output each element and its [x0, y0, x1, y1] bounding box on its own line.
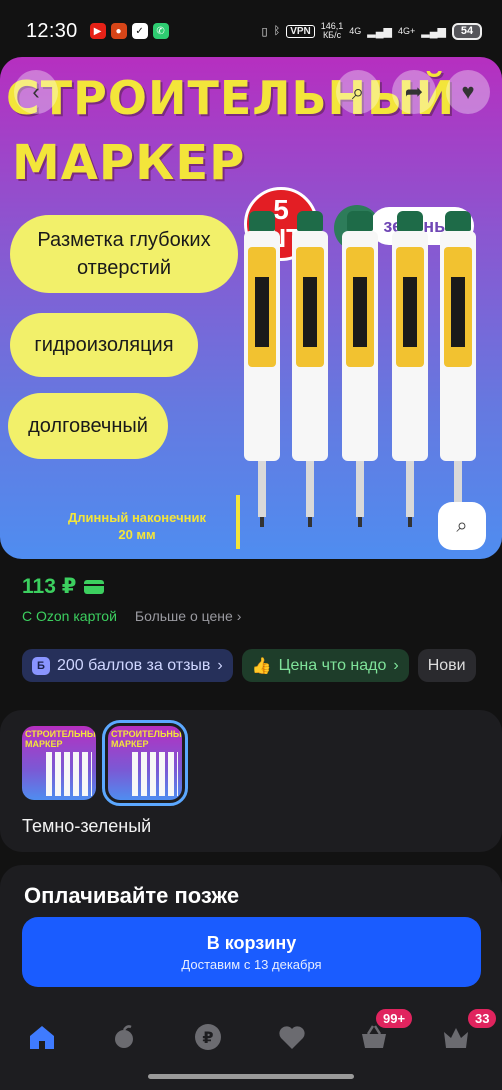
tip-length-note: Длинный наконечник 20 мм — [68, 510, 206, 542]
variant-thumbnail[interactable]: СТРОИТЕЛЬНЫЙ МАРКЕР — [22, 726, 96, 800]
variant-color-label: Темно-зеленый — [22, 816, 152, 836]
network-type-2: 4G+ — [398, 26, 416, 36]
delivery-date: Доставим с 13 декабря — [181, 956, 322, 972]
card-icon — [84, 579, 105, 594]
phone-app-icon: ✆ — [152, 23, 169, 39]
marker-illustration — [392, 211, 428, 527]
length-arrow — [236, 495, 240, 549]
share-button[interactable]: ➦ — [392, 70, 436, 114]
feature-pill: долговечный — [8, 393, 168, 459]
heart-icon — [279, 1026, 305, 1049]
variant-thumbnail-selected[interactable]: СТРОИТЕЛЬНЫЙ МАРКЕР — [102, 720, 188, 806]
svg-text:₽: ₽ — [202, 1028, 213, 1047]
vpn-badge: VPN — [286, 24, 315, 38]
points-icon: Б — [32, 656, 50, 675]
home-indicator[interactable] — [148, 1074, 354, 1079]
crown-icon — [444, 1028, 468, 1048]
heart-icon: ♥ — [461, 79, 475, 104]
status-app-icons: ▶ ● ✓ ✆ — [89, 23, 169, 39]
marker-illustration — [244, 211, 280, 527]
cart-count-badge: 99+ — [374, 1007, 415, 1030]
chevron-right-icon: › — [217, 656, 223, 674]
search-button[interactable]: ⌕ — [336, 70, 380, 114]
nav-profile[interactable]: 33 — [436, 1007, 499, 1057]
image-search-button[interactable]: ⌕ — [438, 502, 486, 550]
share-icon: ➦ — [404, 79, 424, 104]
chevron-right-icon: › — [236, 608, 242, 624]
signal-icon-2: ▂▄▆ — [421, 25, 446, 38]
feature-pill: гидроизоляция — [10, 313, 198, 377]
signal-icon: ▂▄▆ — [367, 25, 393, 38]
nav-cart[interactable]: 99+ — [354, 1007, 415, 1057]
profile-badge: 33 — [466, 1007, 499, 1030]
pay-later-title: Оплачивайте позже — [24, 883, 240, 908]
chevron-right-icon: › — [393, 656, 399, 674]
bluetooth-icon: ᛒ — [273, 25, 281, 37]
marker-illustration — [342, 211, 378, 527]
apple-icon — [115, 1025, 133, 1048]
favorite-button[interactable]: ♥ — [446, 70, 490, 114]
ruble-icon: ₽ — [195, 1024, 221, 1050]
network-type-1: 4G — [349, 26, 362, 36]
pay-later-section: Оплачивайте позже В корзину Доставим с 1… — [0, 865, 502, 1005]
search-icon: ⌕ — [351, 79, 365, 104]
status-indicators: ▯ ᛒ VPN 146,1 КБ/с 4G ▂▄▆ 4G+ ▂▄▆ 54 — [262, 22, 482, 40]
flame-app-icon: ● — [110, 23, 127, 39]
home-icon — [30, 1026, 54, 1049]
status-time: 12:30 — [26, 19, 78, 42]
nav-home[interactable] — [22, 1017, 62, 1057]
thumbs-up-icon: 👍 — [251, 657, 272, 675]
review-points-chip[interactable]: Б 200 баллов за отзыв › — [22, 649, 233, 682]
more-about-price-link[interactable]: Больше о цене › — [135, 608, 241, 624]
youtube-icon: ▶ — [89, 23, 106, 39]
variant-selector: СТРОИТЕЛЬНЫЙ МАРКЕР СТРОИТЕЛЬНЫЙ МАРКЕР Те… — [0, 710, 502, 852]
price-row: 113 ₽ — [22, 574, 105, 599]
image-search-icon: ⌕ — [456, 514, 468, 537]
network-speed: 146,1 КБ/с — [320, 21, 344, 40]
price-value: 113 ₽ — [22, 575, 77, 598]
promo-chips: Б 200 баллов за отзыв › 👍 Цена что надо … — [22, 649, 476, 682]
status-bar: 12:30 ▶ ● ✓ ✆ ▯ ᛒ VPN 146,1 КБ/с 4G ▂▄▆ … — [0, 0, 502, 62]
marker-illustration — [292, 211, 328, 527]
check-app-icon: ✓ — [131, 23, 148, 39]
product-image[interactable]: СТРОИТЕЛЬНЫЙ МАРКЕР 5 ШТ зеленый Разметк… — [0, 57, 502, 559]
nav-fresh[interactable] — [104, 1017, 144, 1057]
battery-indicator: 54 — [452, 22, 482, 40]
new-chip[interactable]: Нови — [417, 649, 476, 682]
add-to-cart-button[interactable]: В корзину Доставим с 13 декабря — [22, 917, 481, 987]
nav-finance[interactable]: ₽ — [188, 1017, 228, 1057]
hero-title-line2: МАРКЕР — [12, 135, 246, 191]
back-arrow-icon: ‹ — [32, 79, 40, 104]
nav-favorites[interactable] — [272, 1017, 312, 1057]
feature-pill: Разметка глубоких отверстий — [10, 215, 238, 293]
vibrate-icon: ▯ — [261, 25, 268, 38]
good-price-chip[interactable]: 👍 Цена что надо › — [241, 649, 409, 682]
marker-illustration — [440, 211, 476, 527]
hero-title-line1: СТРОИТЕЛЬНЫЙ — [6, 71, 456, 125]
price-subtitle: С Ozon картой Больше о цене › — [22, 608, 241, 624]
ozon-card-label: С Ozon картой — [22, 608, 117, 624]
back-button[interactable]: ‹ — [14, 70, 58, 114]
